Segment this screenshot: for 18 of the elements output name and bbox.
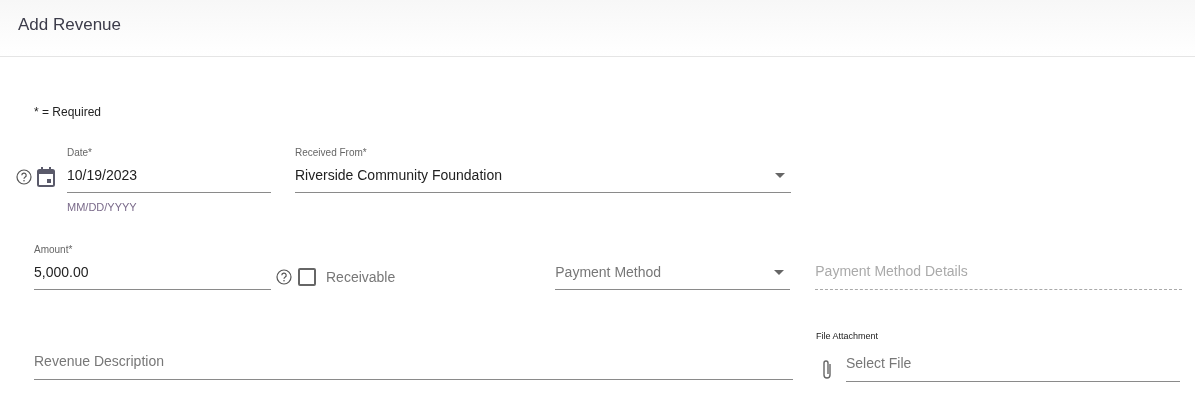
payment-method-dropdown[interactable]: Payment Method xyxy=(555,261,791,290)
date-field[interactable]: Date* 10/19/2023 xyxy=(67,145,271,193)
amount-field[interactable]: Amount* 5,000.00 xyxy=(34,241,271,290)
help-icon[interactable] xyxy=(276,269,292,285)
required-note: * = Required xyxy=(34,105,102,119)
receivable-checkbox[interactable] xyxy=(298,268,316,286)
calendar-icon[interactable] xyxy=(37,167,55,187)
paperclip-icon[interactable] xyxy=(821,359,833,381)
file-attachment-label: File Attachment xyxy=(816,329,880,343)
select-file-field[interactable]: Select File xyxy=(846,351,1180,382)
date-format-hint: MM/DD/YYYY xyxy=(67,200,138,215)
receivable-label: Receivable xyxy=(326,267,396,287)
caret-icon xyxy=(775,173,785,178)
caret-icon xyxy=(774,269,785,275)
help-icon[interactable] xyxy=(16,169,32,185)
received-from-dropdown[interactable]: Received From* Riverside Community Foundation xyxy=(295,145,791,193)
page-title: Add Revenue xyxy=(18,14,122,37)
revenue-description-field[interactable]: Revenue Description xyxy=(34,349,793,380)
